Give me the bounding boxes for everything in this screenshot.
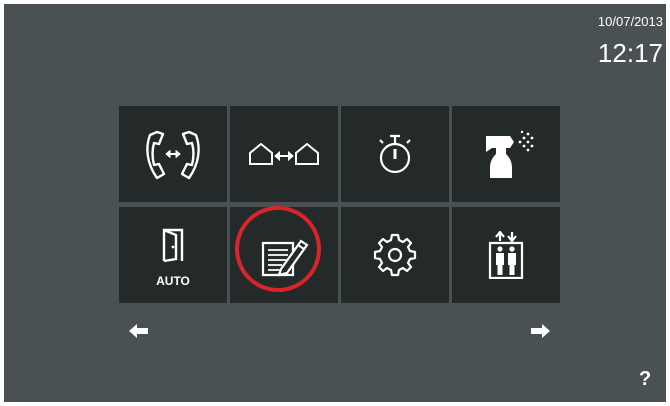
elevator-icon xyxy=(486,231,526,279)
clock-display: 12:17 xyxy=(597,38,663,68)
help-button[interactable]: ? xyxy=(639,368,651,391)
door-auto-label: AUTO xyxy=(156,274,190,288)
door-auto-button[interactable]: AUTO xyxy=(119,207,227,303)
cleaning-mode-button[interactable] xyxy=(452,106,560,202)
notes-button[interactable] xyxy=(230,207,338,303)
house-to-house-button[interactable] xyxy=(230,106,338,202)
house-to-house-icon xyxy=(242,139,326,169)
intercom-call-icon xyxy=(141,126,205,182)
gear-icon xyxy=(373,233,417,277)
timer-button[interactable] xyxy=(341,106,449,202)
stopwatch-icon xyxy=(375,131,415,177)
intercom-call-button[interactable] xyxy=(119,106,227,202)
arrow-right-icon xyxy=(530,324,550,342)
date-display: 10/07/2013 xyxy=(597,14,663,29)
settings-button[interactable] xyxy=(341,207,449,303)
arrow-left-icon xyxy=(129,324,149,342)
menu-grid: AUTO xyxy=(119,106,560,303)
device-screen: 10/07/2013 12:17 AUTO ? xyxy=(4,4,666,402)
elevator-button[interactable] xyxy=(452,207,560,303)
door-auto-icon xyxy=(158,227,188,263)
next-page-button[interactable] xyxy=(530,324,550,338)
notepad-pencil-icon xyxy=(257,233,311,277)
spray-bottle-icon xyxy=(476,128,536,180)
previous-page-button[interactable] xyxy=(129,324,149,338)
